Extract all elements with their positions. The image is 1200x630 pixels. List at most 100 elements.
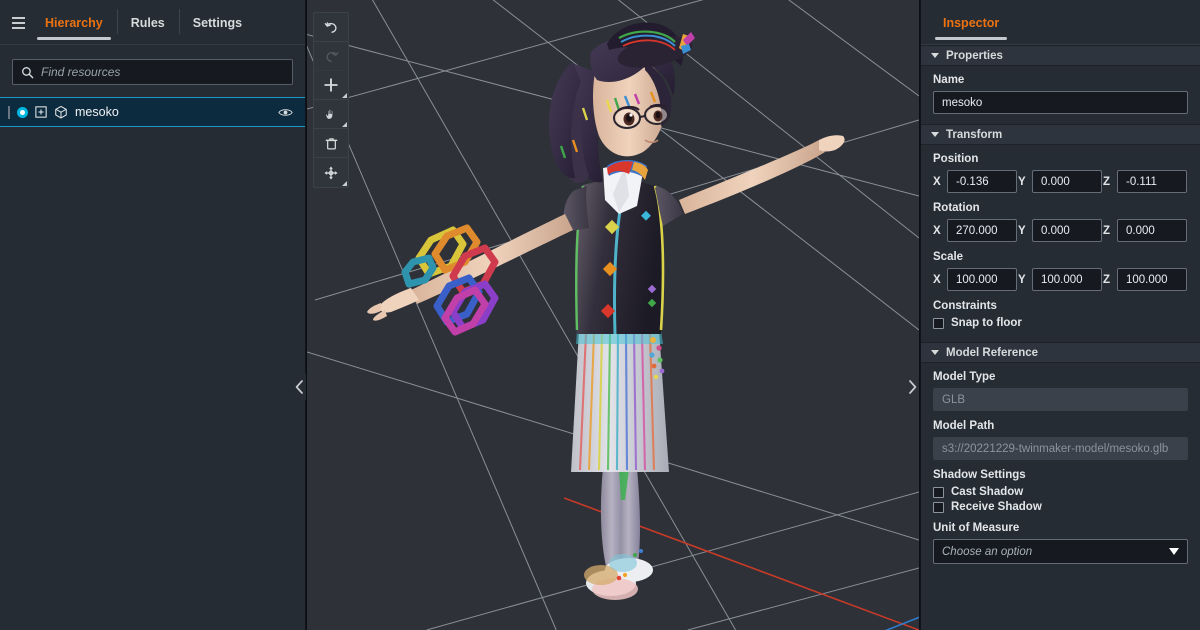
viewport-toolbar — [313, 12, 349, 188]
name-input[interactable] — [933, 91, 1188, 114]
scale-z-input[interactable] — [1117, 268, 1187, 291]
selection-radio-icon[interactable] — [17, 106, 28, 118]
delete-tool[interactable] — [314, 129, 348, 158]
tab-settings-label: Settings — [192, 15, 243, 30]
section-title-model-reference: Model Reference — [946, 346, 1039, 359]
inspector-panel: Inspector Properties Name Transform Posi… — [920, 0, 1200, 630]
snap-to-floor-checkbox[interactable] — [933, 317, 944, 329]
scale-y-axis-label: Y — [1018, 273, 1026, 286]
collapse-left-panel-button[interactable] — [292, 374, 306, 400]
left-panel: Hierarchy Rules Settings Find resources … — [0, 0, 306, 630]
tab-hierarchy[interactable]: Hierarchy — [31, 0, 117, 45]
rotation-z-input[interactable] — [1117, 219, 1187, 242]
scale-x-input[interactable] — [947, 268, 1017, 291]
section-header-properties[interactable]: Properties — [921, 45, 1200, 66]
section-title-properties: Properties — [946, 49, 1003, 62]
receive-shadow-checkbox[interactable] — [933, 501, 944, 513]
position-y-input[interactable] — [1032, 170, 1102, 193]
model-path-input — [933, 437, 1188, 460]
model-path-label: Model Path — [933, 420, 995, 432]
shadow-settings-label: Shadow Settings — [933, 469, 1026, 481]
section-body-transform: Position X Y Z Rotation X Y Z Scale — [921, 145, 1200, 342]
tree-item-label: mesoko — [75, 105, 119, 119]
section-title-transform: Transform — [946, 128, 1003, 141]
section-body-model-reference: Model Type Model Path Shadow Settings Ca… — [921, 363, 1200, 574]
eye-icon[interactable] — [278, 107, 293, 118]
name-label: Name — [933, 74, 965, 86]
chevron-left-icon — [295, 380, 304, 394]
unit-of-measure-label: Unit of Measure — [933, 522, 1020, 534]
cube-3d-icon — [54, 105, 68, 119]
hamburger-icon[interactable] — [5, 0, 31, 45]
unit-of-measure-placeholder: Choose an option — [942, 545, 1033, 558]
rotation-label: Rotation — [933, 202, 980, 214]
section-body-properties: Name — [921, 66, 1200, 124]
hand-icon — [325, 108, 334, 120]
rotation-x-input[interactable] — [947, 219, 1017, 242]
cast-shadow-checkbox[interactable] — [933, 486, 944, 498]
move-arrows-icon — [324, 165, 338, 180]
model-type-input — [933, 388, 1188, 411]
receive-shadow-label: Receive Shadow — [951, 501, 1042, 513]
tab-rules[interactable]: Rules — [116, 0, 179, 45]
search-icon — [21, 66, 34, 79]
pan-tool[interactable] — [314, 100, 348, 129]
character-model-mesoko[interactable] — [307, 0, 920, 630]
snap-to-floor-label: Snap to floor — [951, 317, 1022, 329]
search-box[interactable] — [12, 59, 293, 85]
position-label: Position — [933, 153, 979, 165]
cast-shadow-label: Cast Shadow — [951, 486, 1024, 498]
tab-inspector[interactable]: Inspector — [929, 0, 1013, 45]
redo-icon — [325, 51, 338, 62]
plus-icon — [324, 78, 338, 92]
resource-tree: mesoko — [0, 97, 305, 630]
search-container — [0, 45, 305, 85]
undo-icon — [324, 21, 337, 33]
tab-hierarchy-label: Hierarchy — [45, 15, 103, 30]
rotation-y-input[interactable] — [1032, 219, 1102, 242]
chevron-right-icon — [908, 380, 917, 394]
move-tool[interactable] — [314, 158, 348, 187]
cast-shadow-row[interactable]: Cast Shadow — [933, 486, 1188, 498]
position-z-axis-label: Z — [1103, 175, 1111, 188]
snap-to-floor-row[interactable]: Snap to floor — [933, 317, 1188, 329]
3d-viewport[interactable] — [306, 0, 920, 630]
twinmaker-scene-composer: Hierarchy Rules Settings Find resources … — [0, 0, 1200, 630]
position-z-input[interactable] — [1117, 170, 1187, 193]
position-x-input[interactable] — [947, 170, 1017, 193]
submenu-indicator — [342, 122, 347, 127]
scale-y-input[interactable] — [1032, 268, 1102, 291]
constraints-label: Constraints — [933, 300, 997, 312]
rotation-z-axis-label: Z — [1103, 224, 1111, 237]
tab-inspector-label: Inspector — [943, 15, 1000, 30]
rotation-x-axis-label: X — [933, 224, 941, 237]
caret-down-icon — [931, 53, 939, 58]
expand-plus-icon[interactable] — [35, 106, 47, 118]
submenu-indicator — [342, 181, 347, 186]
section-header-transform[interactable]: Transform — [921, 124, 1200, 145]
left-tabbar: Hierarchy Rules Settings — [0, 0, 305, 45]
chevron-down-icon — [1169, 548, 1179, 555]
add-tool[interactable] — [314, 71, 348, 100]
unit-of-measure-select[interactable]: Choose an option — [933, 539, 1188, 564]
receive-shadow-row[interactable]: Receive Shadow — [933, 501, 1188, 513]
tab-rules-label: Rules — [130, 15, 165, 30]
undo-tool[interactable] — [314, 13, 348, 42]
position-fields: X Y Z — [933, 170, 1188, 193]
inspector-tabbar: Inspector — [921, 0, 1200, 45]
collapse-right-panel-button[interactable] — [905, 374, 919, 400]
scale-label: Scale — [933, 251, 964, 263]
tree-item-mesoko[interactable]: mesoko — [0, 97, 305, 127]
redo-tool[interactable] — [314, 42, 348, 71]
rotation-y-axis-label: Y — [1018, 224, 1026, 237]
scale-x-axis-label: X — [933, 273, 941, 286]
position-x-axis-label: X — [933, 175, 941, 188]
section-header-model-reference[interactable]: Model Reference — [921, 342, 1200, 363]
model-type-label: Model Type — [933, 371, 996, 383]
tab-settings[interactable]: Settings — [178, 0, 256, 45]
search-input[interactable] — [41, 65, 284, 79]
scale-z-axis-label: Z — [1103, 273, 1111, 286]
rotation-fields: X Y Z — [933, 219, 1188, 242]
submenu-indicator — [342, 93, 347, 98]
scale-fields: X Y Z — [933, 268, 1188, 291]
